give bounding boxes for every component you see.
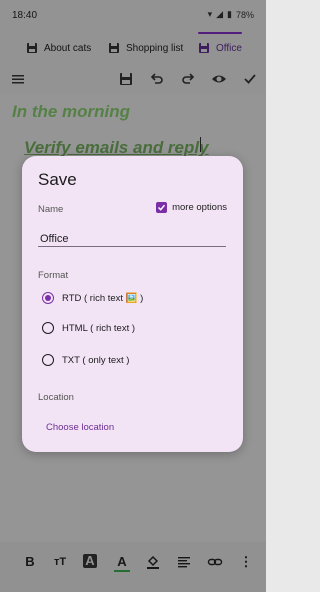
- format-label: Format: [38, 270, 69, 281]
- location-label: Location: [38, 392, 74, 403]
- radio-selected-icon[interactable]: [42, 292, 54, 304]
- more-options-checkbox[interactable]: more options: [156, 202, 227, 213]
- format-option-html[interactable]: HTML ( rich text ): [42, 322, 135, 334]
- checkbox-checked-icon[interactable]: [156, 202, 168, 213]
- format-option-rtd[interactable]: RTD ( rich text 🖼️ ): [42, 292, 143, 304]
- radio-icon[interactable]: [42, 354, 54, 366]
- dialog-title: Save: [38, 170, 77, 189]
- save-dialog: Save Name more options Office Format RTD…: [22, 156, 243, 452]
- radio-icon[interactable]: [42, 322, 54, 334]
- format-option-label: HTML ( rich text ): [62, 322, 136, 334]
- choose-location-button[interactable]: Choose location: [46, 422, 114, 433]
- format-option-label: TXT ( only text ): [62, 354, 130, 366]
- more-options-label: more options: [172, 202, 227, 213]
- name-label: Name: [38, 204, 64, 215]
- format-option-label: RTD ( rich text 🖼️ ): [62, 292, 144, 304]
- name-field[interactable]: Office: [38, 228, 226, 247]
- format-option-txt[interactable]: TXT ( only text ): [42, 354, 129, 366]
